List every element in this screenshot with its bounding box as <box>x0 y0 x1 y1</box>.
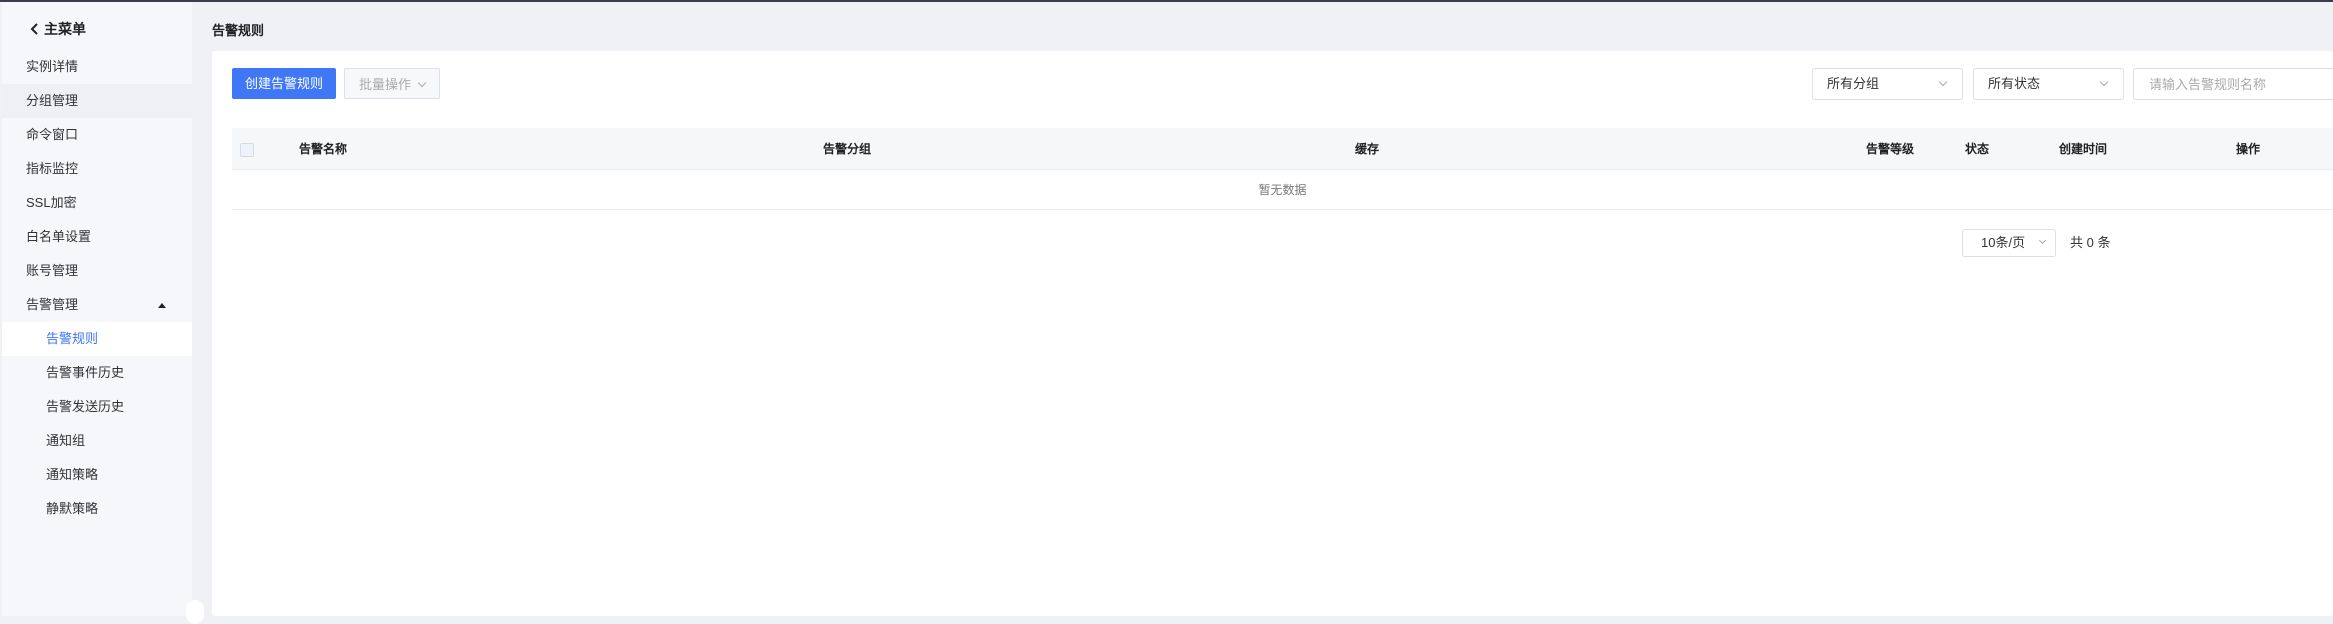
top-border <box>0 0 2333 2</box>
sidebar-item-notification-policies[interactable]: 通知策略 <box>2 458 192 492</box>
sidebar-item-command-window[interactable]: 命令窗口 <box>2 118 192 152</box>
sidebar-item-alert-management[interactable]: 告警管理 <box>2 288 192 322</box>
chevron-down-icon <box>2099 77 2109 87</box>
batch-operations-button[interactable]: 批量操作 <box>344 68 440 99</box>
chevron-down-icon <box>417 78 427 88</box>
sidebar-item-silence-policies[interactable]: 静默策略 <box>2 492 192 526</box>
chevron-left-icon <box>30 23 38 35</box>
back-to-main-menu[interactable]: 主菜单 <box>30 19 86 39</box>
sidebar-item-alert-event-history[interactable]: 告警事件历史 <box>2 356 192 390</box>
total-count: 共 0 条 <box>2070 235 2111 250</box>
sidebar-collapse-handle[interactable] <box>186 600 204 624</box>
status-select-value: 所有状态 <box>1988 76 2041 91</box>
caret-up-icon <box>158 303 166 308</box>
sidebar-item-ssl[interactable]: SSL加密 <box>2 186 192 220</box>
sidebar-nav: 实例详情 分组管理 命令窗口 指标监控 SSL加密 白名单设置 账号管理 告警管… <box>2 50 192 526</box>
create-alert-rule-button[interactable]: 创建告警规则 <box>232 68 336 99</box>
table-header: 告警名称 告警分组 缓存 告警等级 状态 创建时间 操作 <box>232 128 2333 170</box>
column-alert-level: 告警等级 <box>1866 142 1915 156</box>
chevron-down-icon <box>2038 236 2047 245</box>
content-card: 创建告警规则 批量操作 所有分组 所有状态 告警名称 告警分组 缓存 告警等级 … <box>212 51 2333 616</box>
chevron-down-icon <box>1938 77 1948 87</box>
sidebar-item-label: 告警管理 <box>26 297 79 312</box>
column-actions: 操作 <box>2236 142 2261 156</box>
status-select[interactable]: 所有状态 <box>1973 68 2124 100</box>
batch-label: 批量操作 <box>358 77 411 92</box>
rule-name-search-input[interactable] <box>2133 68 2333 100</box>
group-select-value: 所有分组 <box>1827 76 1880 91</box>
column-cache: 缓存 <box>1355 142 1380 156</box>
sidebar-item-accounts[interactable]: 账号管理 <box>2 254 192 288</box>
column-alert-group: 告警分组 <box>823 142 872 156</box>
page-size-value: 10条/页 <box>1981 235 2026 250</box>
sidebar-item-metrics-monitoring[interactable]: 指标监控 <box>2 152 192 186</box>
empty-table-message: 暂无数据 <box>232 170 2333 210</box>
sidebar: 主菜单 实例详情 分组管理 命令窗口 指标监控 SSL加密 白名单设置 账号管理… <box>2 2 192 616</box>
column-created-time: 创建时间 <box>2059 142 2108 156</box>
sidebar-item-notification-groups[interactable]: 通知组 <box>2 424 192 458</box>
select-all-checkbox[interactable] <box>240 143 254 157</box>
sidebar-item-alert-rules[interactable]: 告警规则 <box>2 322 192 356</box>
sidebar-item-alert-send-history[interactable]: 告警发送历史 <box>2 390 192 424</box>
page-title: 告警规则 <box>212 23 265 38</box>
sidebar-item-whitelist[interactable]: 白名单设置 <box>2 220 192 254</box>
column-status: 状态 <box>1965 142 1990 156</box>
group-select[interactable]: 所有分组 <box>1812 68 1963 100</box>
back-label: 主菜单 <box>44 21 86 37</box>
column-alert-name: 告警名称 <box>299 142 348 156</box>
page-size-select[interactable]: 10条/页 <box>1962 229 2056 257</box>
sidebar-item-group-management[interactable]: 分组管理 <box>2 84 192 118</box>
sidebar-item-instance-details[interactable]: 实例详情 <box>2 50 192 84</box>
